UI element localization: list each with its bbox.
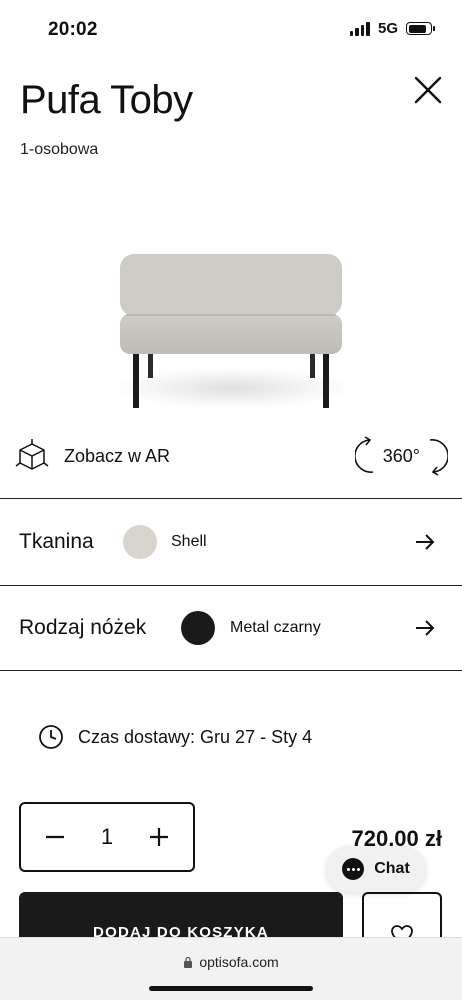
status-time: 20:02 [48, 19, 98, 40]
delivery-text: Czas dostawy: Gru 27 - Sty 4 [78, 726, 313, 747]
fabric-option-value: Shell [171, 533, 207, 550]
network-type: 5G [377, 20, 398, 37]
legs-option-label: Rodzaj nóżek [19, 616, 147, 639]
battery-icon [406, 22, 435, 35]
close-button[interactable] [412, 74, 444, 106]
rotate-360-button[interactable]: 360° [354, 436, 448, 476]
product-image [100, 238, 364, 418]
legs-swatch [181, 611, 215, 645]
product-title: Pufa Toby [20, 78, 193, 122]
arrow-right-icon [416, 620, 435, 636]
rotate-label: 360° [382, 445, 420, 466]
ar-cube-icon [15, 439, 49, 470]
chat-label: Chat [374, 860, 410, 877]
rotate-left-icon [354, 436, 373, 473]
home-indicator [149, 986, 313, 991]
url-text: optisofa.com [199, 954, 279, 970]
close-icon [414, 76, 442, 104]
arrow-right-icon [416, 534, 435, 550]
fabric-option-label: Tkanina [19, 530, 94, 553]
quantity-stepper: 1 [19, 802, 195, 872]
status-indicators: 5G [349, 20, 435, 37]
product-subtitle: 1-osobowa [20, 141, 99, 158]
signal-icon [349, 21, 370, 36]
rotate-right-icon [429, 439, 448, 476]
divider [0, 670, 462, 671]
chat-button[interactable]: Chat [326, 846, 426, 892]
browser-address-bar[interactable]: optisofa.com [0, 937, 462, 1000]
divider [0, 498, 462, 499]
view-in-ar-button[interactable]: Zobacz w AR [14, 438, 170, 474]
fabric-swatch [123, 525, 157, 559]
chat-icon [342, 858, 365, 880]
legs-option-value: Metal czarny [230, 619, 321, 636]
increase-quantity-button[interactable] [145, 823, 173, 851]
ar-label: Zobacz w AR [64, 445, 171, 466]
fabric-option-row[interactable]: Tkanina Shell [0, 500, 462, 584]
plus-icon [150, 828, 168, 846]
clock-icon [39, 725, 63, 749]
lock-icon [184, 956, 193, 968]
delivery-info: Czas dostawy: Gru 27 - Sty 4 [38, 724, 312, 750]
legs-option-row[interactable]: Rodzaj nóżek Metal czarny [0, 586, 462, 670]
